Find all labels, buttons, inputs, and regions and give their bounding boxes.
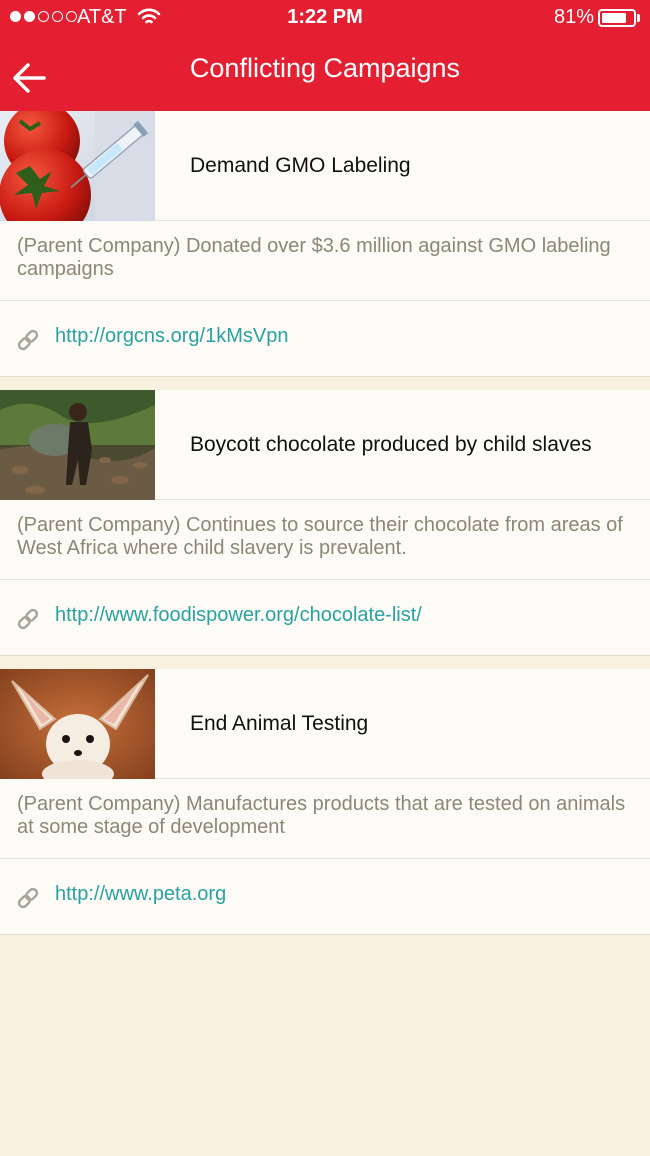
campaign-header-row[interactable]: End Animal Testing	[0, 669, 650, 779]
link-icon	[17, 608, 39, 630]
campaign-image-child	[0, 390, 155, 500]
campaign-link-row[interactable]: http://orgcns.org/1kMsVpn	[0, 301, 650, 377]
campaign-description: (Parent Company) Manufactures products t…	[0, 779, 650, 859]
campaign-title: Demand GMO Labeling	[190, 154, 411, 177]
battery-icon	[598, 9, 636, 27]
campaign-header-row[interactable]: Boycott chocolate produced by child slav…	[0, 390, 650, 500]
battery-percentage: 81%	[554, 6, 595, 28]
campaign-image-fox	[0, 669, 155, 779]
app-header: AT&T 1:22 PM 81% Conflicting Campaigns	[0, 0, 650, 111]
link-icon	[17, 329, 39, 351]
link-icon	[17, 887, 39, 909]
campaign-header-row[interactable]: Demand GMO Labeling	[0, 111, 650, 221]
campaign-card: End Animal Testing (Parent Company) Manu…	[0, 669, 650, 935]
status-bar: AT&T 1:22 PM 81%	[0, 0, 650, 36]
page-title: Conflicting Campaigns	[189, 53, 461, 83]
campaign-link[interactable]: http://www.foodispower.org/chocolate-lis…	[55, 604, 422, 627]
campaign-title: Boycott chocolate produced by child slav…	[190, 433, 592, 456]
campaign-card: Demand GMO Labeling (Parent Company) Don…	[0, 111, 650, 377]
campaign-description: (Parent Company) Donated over $3.6 milli…	[0, 221, 650, 301]
campaign-link[interactable]: http://www.peta.org	[55, 883, 226, 906]
campaign-link[interactable]: http://orgcns.org/1kMsVpn	[55, 325, 288, 348]
status-time: 1:22 PM	[287, 6, 363, 28]
campaign-link-row[interactable]: http://www.foodispower.org/chocolate-lis…	[0, 580, 650, 656]
campaign-title: End Animal Testing	[190, 712, 369, 735]
campaign-link-row[interactable]: http://www.peta.org	[0, 859, 650, 935]
campaign-card: Boycott chocolate produced by child slav…	[0, 390, 650, 656]
battery-tip	[637, 14, 640, 22]
campaign-description: (Parent Company) Continues to source the…	[0, 500, 650, 580]
campaign-image-tomatoes	[0, 111, 155, 221]
